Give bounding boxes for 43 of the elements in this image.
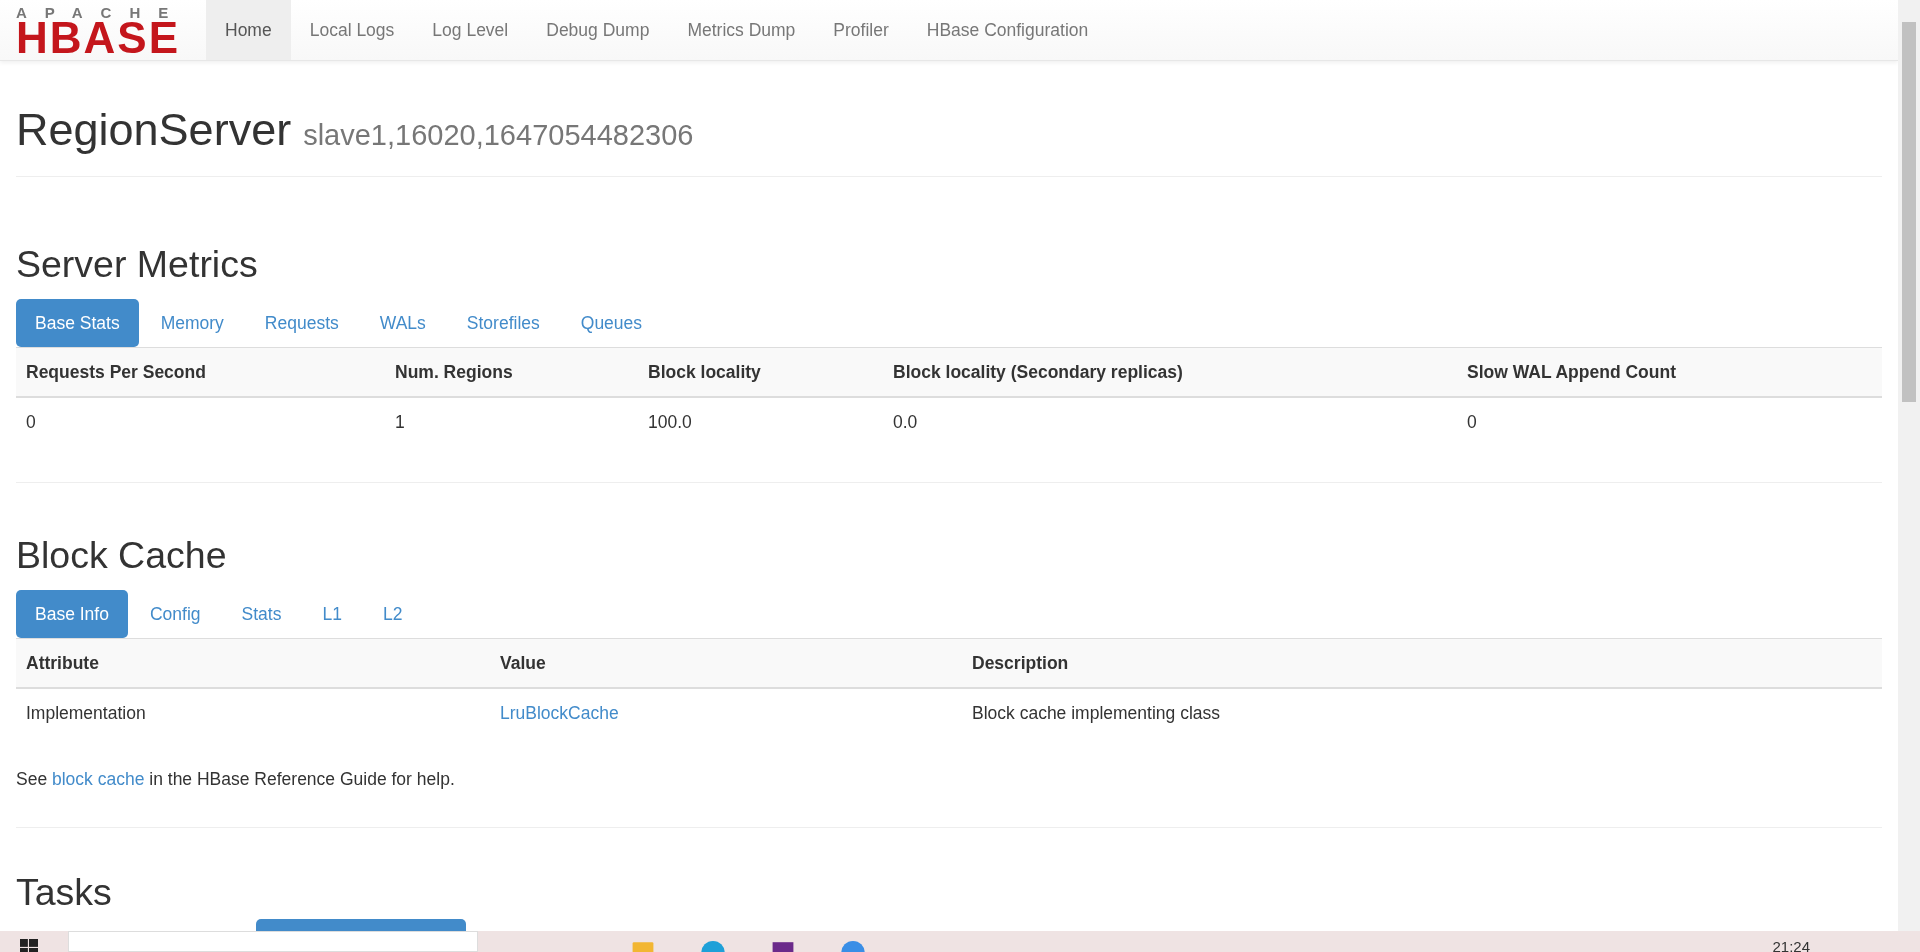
column-header: Slow WAL Append Count xyxy=(1457,348,1882,397)
clock-time: 21:24 xyxy=(1772,938,1810,952)
tab[interactable]: WALs xyxy=(360,299,445,347)
tab[interactable]: Memory xyxy=(141,299,243,347)
table-cell: Implementation xyxy=(16,688,490,737)
help-link[interactable]: block cache xyxy=(52,769,145,789)
tab[interactable]: Stats xyxy=(222,590,301,638)
nav-link[interactable]: Home xyxy=(206,0,291,60)
cell-link[interactable]: LruBlockCache xyxy=(500,703,619,723)
help-text: See block cache in the HBase Reference Guide for help. xyxy=(16,768,456,791)
page-title: RegionServer xyxy=(16,105,292,155)
column-header: Block locality xyxy=(638,348,883,397)
nav-link[interactable]: Metrics Dump xyxy=(668,0,815,60)
nav-link[interactable]: Profiler xyxy=(814,0,908,60)
column-header: Value xyxy=(490,639,962,688)
hbase-logo[interactable]: APACHE HBASE xyxy=(16,0,206,60)
tab[interactable]: Queues xyxy=(561,299,662,347)
tab[interactable]: L2 xyxy=(363,590,422,638)
column-header: Num. Regions xyxy=(385,348,638,397)
table-cell: 0.0 xyxy=(883,397,1457,446)
table-cell: 0 xyxy=(1457,397,1882,446)
tab[interactable]: Base Info xyxy=(16,590,128,638)
section-title: Server Metrics xyxy=(16,244,259,285)
table-cell: 0 xyxy=(16,397,385,446)
tab[interactable]: Storefiles xyxy=(447,299,559,347)
tab[interactable]: Base Stats xyxy=(16,299,139,347)
tab[interactable]: Requests xyxy=(245,299,358,347)
section-title: Tasks xyxy=(16,872,113,913)
table-cell: 1 xyxy=(385,397,638,446)
nav-link[interactable]: Local Logs xyxy=(290,0,414,60)
table-cell: Block cache implementing class xyxy=(962,688,1882,737)
section-title: Block Cache xyxy=(16,535,228,576)
nav-link[interactable]: HBase Configuration xyxy=(907,0,1108,60)
nav-link[interactable]: Debug Dump xyxy=(527,0,669,60)
tab[interactable]: L1 xyxy=(303,590,361,638)
column-header: Block locality (Secondary replicas) xyxy=(883,348,1457,397)
column-header: Attribute xyxy=(16,639,490,688)
column-header: Requests Per Second xyxy=(16,348,385,397)
server-name: slave1,16020,1647054482306 xyxy=(303,119,694,152)
nav-link[interactable]: Log Level xyxy=(413,0,528,60)
tab[interactable]: Config xyxy=(130,590,220,638)
table-cell: 100.0 xyxy=(638,397,883,446)
column-header: Description xyxy=(962,639,1882,688)
